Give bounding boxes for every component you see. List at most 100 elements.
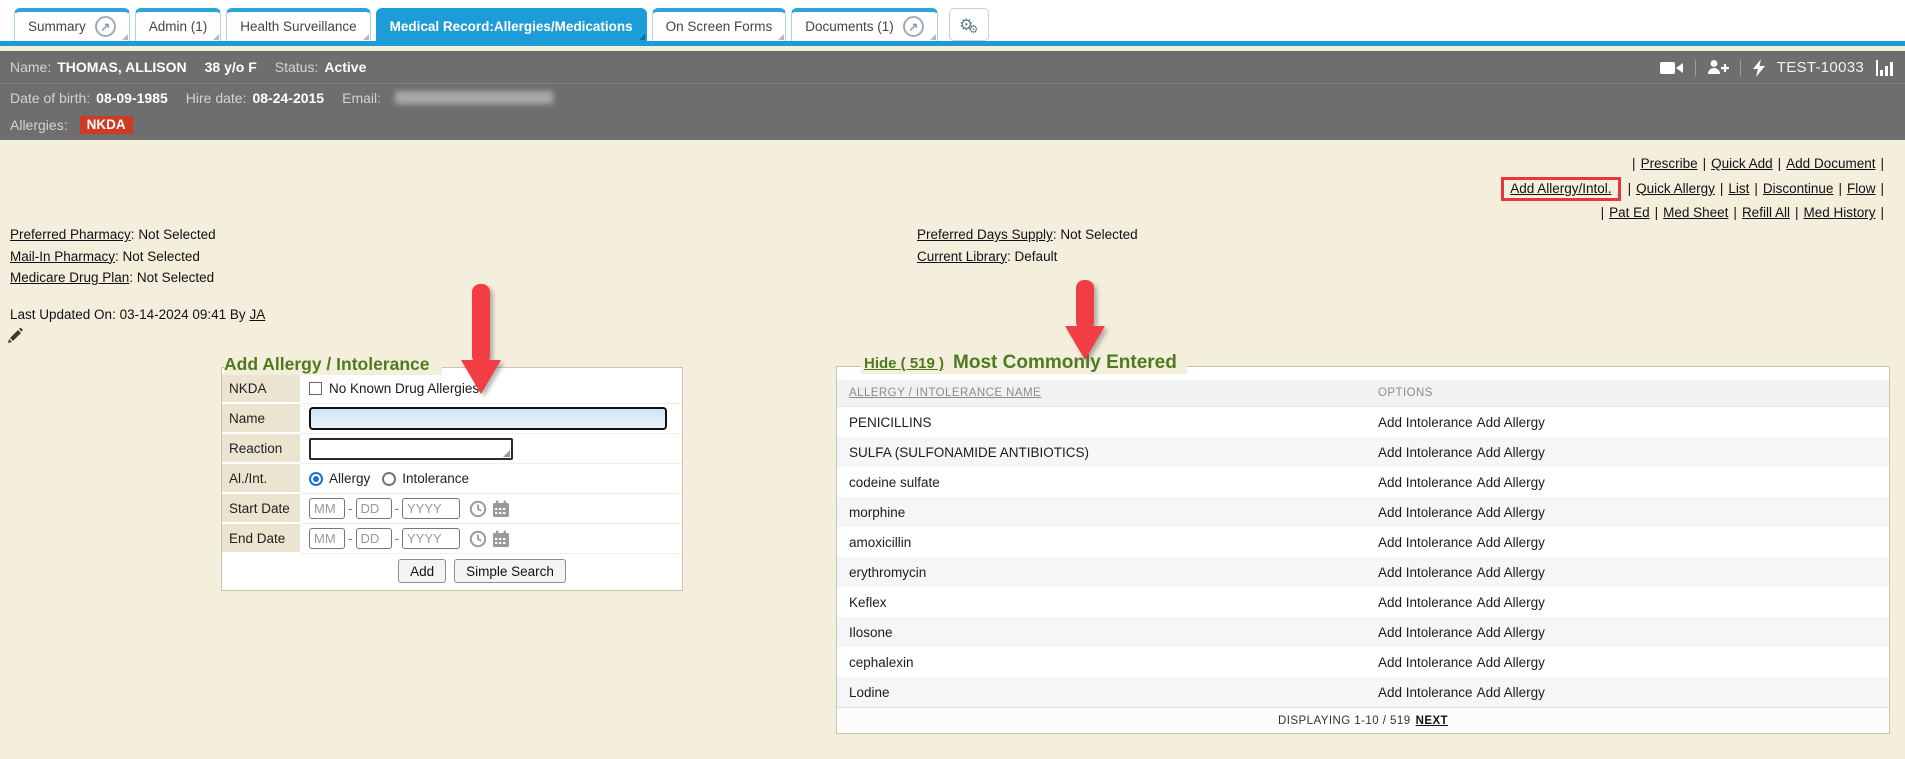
calendar-icon[interactable] <box>492 500 510 518</box>
hide-count-link[interactable]: Hide ( 519 ) <box>864 355 944 372</box>
patient-details-row: Date of birth: 08-09-1985 Hire date: 08-… <box>0 84 1905 111</box>
add-allergy-link[interactable]: Add Allergy <box>1477 685 1545 700</box>
patient-id: TEST-10033 <box>1777 59 1864 76</box>
flow-link[interactable]: Flow <box>1847 181 1876 196</box>
allergy-name: PENICILLINS <box>837 415 1378 430</box>
add-intolerance-link[interactable]: Add Intolerance <box>1378 655 1473 670</box>
add-allergy-link[interactable]: Add Allergy <box>1477 565 1545 580</box>
add-allergy-link[interactable]: Add Allergy <box>1477 655 1545 670</box>
add-intolerance-link[interactable]: Add Intolerance <box>1378 685 1473 700</box>
add-allergy-intol-link[interactable]: Add Allergy/Intol. <box>1510 181 1611 196</box>
simple-search-button[interactable]: Simple Search <box>454 559 566 583</box>
preferred-pharmacy-link[interactable]: Preferred Pharmacy <box>10 227 131 242</box>
popout-icon[interactable]: ↗ <box>95 16 116 37</box>
preferred-pharmacy-line: Preferred PharmacyNot Selected <box>10 224 216 246</box>
next-page-link[interactable]: NEXT <box>1416 715 1448 727</box>
hire-date-value: 08-24-2015 <box>252 90 324 106</box>
add-intolerance-link[interactable]: Add Intolerance <box>1378 535 1473 550</box>
add-allergy-link[interactable]: Add Allergy <box>1477 625 1545 640</box>
nkda-checkbox[interactable] <box>309 382 322 395</box>
current-library-link[interactable]: Current Library <box>917 249 1007 264</box>
add-allergy-link[interactable]: Add Allergy <box>1477 445 1545 460</box>
allergy-name-column-header[interactable]: ALLERGY / INTOLERANCE NAME <box>849 387 1041 399</box>
supply-info-block: Preferred Days Supply Not Selected Curren… <box>917 224 1138 267</box>
tab-on-screen-forms[interactable]: On Screen Forms <box>652 8 787 41</box>
add-allergy-link[interactable]: Add Allergy <box>1477 475 1545 490</box>
start-month-input[interactable] <box>309 498 345 519</box>
add-allergy-link[interactable]: Add Allergy <box>1477 415 1545 430</box>
add-button[interactable]: Add <box>398 559 446 583</box>
lightning-bolt-icon[interactable] <box>1752 59 1766 77</box>
list-link[interactable]: List <box>1728 181 1749 196</box>
start-year-input[interactable] <box>402 498 460 519</box>
bar-chart-icon[interactable] <box>1875 59 1895 77</box>
dob-label: Date of birth: <box>10 90 90 106</box>
medicare-drug-plan-link[interactable]: Medicare Drug Plan <box>10 270 129 285</box>
reaction-input[interactable] <box>309 438 513 460</box>
prescribe-link[interactable]: Prescribe <box>1641 156 1698 171</box>
tab-medical-record-allergies-medications[interactable]: Medical Record:Allergies/Medications <box>376 8 647 41</box>
displaying-count: DISPLAYING 1-10 / 519 <box>1278 715 1411 727</box>
medication-action-links: Prescribe Quick Add Add Document Add Aller… <box>1501 152 1889 226</box>
tab-admin[interactable]: Admin (1) <box>135 8 222 41</box>
add-intolerance-link[interactable]: Add Intolerance <box>1378 445 1473 460</box>
end-date-row: End Date <box>222 524 682 554</box>
add-allergy-link[interactable]: Add Allergy <box>1477 595 1545 610</box>
tab-label: Summary <box>28 19 86 34</box>
table-row: Keflex Add IntoleranceAdd Allergy <box>837 587 1889 617</box>
tab-label: Documents (1) <box>805 19 894 34</box>
clock-icon[interactable] <box>469 500 487 518</box>
settings-button[interactable]: ⚙ ⚙ <box>949 8 989 41</box>
med-history-link[interactable]: Med History <box>1803 205 1875 220</box>
end-year-input[interactable] <box>402 528 460 549</box>
mail-in-pharmacy-link[interactable]: Mail-In Pharmacy <box>10 249 115 264</box>
pat-ed-link[interactable]: Pat Ed <box>1609 205 1650 220</box>
tab-health-surveillance[interactable]: Health Surveillance <box>226 8 370 41</box>
med-sheet-link[interactable]: Med Sheet <box>1663 205 1728 220</box>
add-allergy-link[interactable]: Add Allergy <box>1477 535 1545 550</box>
edit-pencil-icon[interactable] <box>8 328 23 343</box>
nkda-allergy-badge[interactable]: NKDA <box>80 116 133 134</box>
preferred-days-supply-value: Not Selected <box>1060 227 1137 242</box>
action-links-row-2: Add Allergy/Intol. Quick Allergy List Disco… <box>1501 177 1889 202</box>
allergy-name: cephalexin <box>837 655 1378 670</box>
hire-date-label: Hire date: <box>186 90 247 106</box>
tab-summary[interactable]: Summary ↗ <box>14 8 130 41</box>
add-allergy-link[interactable]: Add Allergy <box>1477 505 1545 520</box>
add-intolerance-link[interactable]: Add Intolerance <box>1378 595 1473 610</box>
nkda-checkbox-label: No Known Drug Allergies <box>329 381 479 396</box>
patient-name: THOMAS, ALLISON <box>57 59 186 75</box>
clock-icon[interactable] <box>469 530 487 548</box>
updated-by-link[interactable]: JA <box>249 307 265 322</box>
add-intolerance-link[interactable]: Add Intolerance <box>1378 415 1473 430</box>
refill-all-link[interactable]: Refill All <box>1742 205 1790 220</box>
add-document-link[interactable]: Add Document <box>1786 156 1875 171</box>
add-intolerance-link[interactable]: Add Intolerance <box>1378 625 1473 640</box>
allergy-name-input[interactable] <box>309 407 667 430</box>
add-allergy-intol-highlight-box[interactable]: Add Allergy/Intol. <box>1501 177 1620 201</box>
preferred-days-supply-link[interactable]: Preferred Days Supply <box>917 227 1053 242</box>
tab-documents[interactable]: Documents (1) ↗ <box>791 8 938 41</box>
table-row: codeine sulfate Add IntoleranceAdd Aller… <box>837 467 1889 497</box>
quick-add-link[interactable]: Quick Add <box>1711 156 1773 171</box>
header-icon-group: TEST-10033 <box>1660 51 1895 84</box>
add-intolerance-link[interactable]: Add Intolerance <box>1378 505 1473 520</box>
add-person-icon[interactable] <box>1707 59 1729 76</box>
add-intolerance-link[interactable]: Add Intolerance <box>1378 565 1473 580</box>
popout-icon[interactable]: ↗ <box>903 16 924 37</box>
calendar-icon[interactable] <box>492 530 510 548</box>
patient-header-bar: Name: THOMAS, ALLISON 38 y/o F Status: A… <box>0 51 1905 140</box>
discontinue-link[interactable]: Discontinue <box>1763 181 1834 196</box>
table-row: SULFA (SULFONAMIDE ANTIBIOTICS) Add Into… <box>837 437 1889 467</box>
add-intolerance-link[interactable]: Add Intolerance <box>1378 475 1473 490</box>
table-pagination-footer: DISPLAYING 1-10 / 519 NEXT <box>837 707 1889 733</box>
end-month-input[interactable] <box>309 528 345 549</box>
nkda-label: NKDA <box>222 374 300 404</box>
intolerance-radio[interactable] <box>382 472 396 486</box>
end-day-input[interactable] <box>356 528 392 549</box>
table-row: cephalexin Add Intolerance Add Allergy <box>837 647 1889 677</box>
allergy-radio[interactable] <box>309 472 323 486</box>
video-camera-icon[interactable] <box>1660 60 1684 76</box>
quick-allergy-link[interactable]: Quick Allergy <box>1636 181 1715 196</box>
start-day-input[interactable] <box>356 498 392 519</box>
